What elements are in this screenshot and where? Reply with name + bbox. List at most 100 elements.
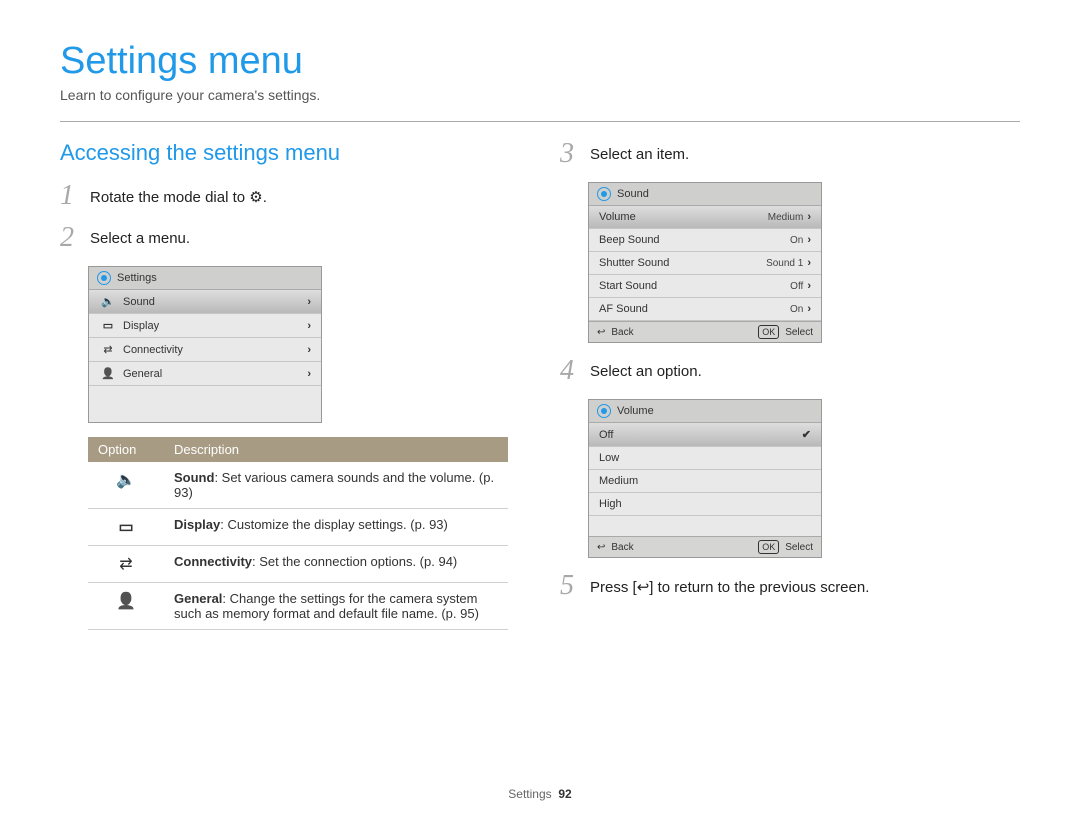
row-value: Medium (768, 212, 804, 223)
opt-name: Sound (174, 470, 214, 485)
ok-key-icon: OK (758, 540, 779, 554)
opt-desc: : Set the connection options. (p. 94) (252, 554, 457, 569)
row-label: High (599, 498, 811, 510)
left-column: Accessing the settings menu 1 Rotate the… (60, 140, 520, 630)
volume-row-medium[interactable]: Medium (589, 470, 821, 493)
panel-footer: Back OK Select (589, 536, 821, 557)
steps-list-right-2: 4 Select an option. (560, 357, 1020, 385)
panel-header: Sound (589, 183, 821, 206)
volume-row-off[interactable]: Off ✔ (589, 423, 821, 447)
step-text: Press [] to return to the previous scree… (590, 572, 869, 596)
step-text: Select an option. (590, 357, 702, 380)
step-text: Select a menu. (90, 224, 190, 247)
gear-icon (249, 189, 262, 206)
manual-page: Settings menu Learn to configure your ca… (0, 0, 1080, 815)
chevron-right-icon: › (307, 296, 311, 308)
opt-name: Display (174, 517, 220, 532)
panel-footer: Back OK Select (589, 321, 821, 342)
volume-row-low[interactable]: Low (589, 447, 821, 470)
panel-padding (589, 516, 821, 536)
volume-row-high[interactable]: High (589, 493, 821, 516)
row-value: On (790, 235, 803, 246)
menu-row-display[interactable]: Display › (89, 314, 321, 338)
target-icon (597, 187, 611, 201)
sound-row-beep[interactable]: Beep Sound On › (589, 229, 821, 252)
chevron-right-icon: › (807, 257, 811, 269)
sound-row-shutter[interactable]: Shutter Sound Sound 1 › (589, 252, 821, 275)
panel-sound: Sound Volume Medium › Beep Sound On › Sh… (588, 182, 822, 343)
sound-icon (116, 472, 136, 489)
chevron-right-icon: › (807, 234, 811, 246)
general-icon (116, 593, 136, 610)
panel-settings: Settings Sound › Display › Connectivity … (88, 266, 322, 423)
chevron-right-icon: › (307, 344, 311, 356)
back-icon (597, 542, 605, 553)
target-icon (597, 404, 611, 418)
opt-desc: : Set various camera sounds and the volu… (174, 470, 494, 500)
row-value: Off (790, 281, 803, 292)
menu-row-label: Connectivity (123, 344, 307, 356)
menu-row-label: General (123, 368, 307, 380)
section-title: Accessing the settings menu (60, 140, 520, 166)
step-text-after: . (263, 189, 267, 206)
step-text-before: Rotate the mode dial to (90, 189, 249, 206)
footer-label: Settings (508, 787, 551, 801)
steps-list-right: 3 Select an item. (560, 140, 1020, 168)
step-3: 3 Select an item. (560, 140, 1020, 168)
opt-name: General (174, 591, 222, 606)
row-label: Medium (599, 475, 811, 487)
divider (60, 121, 1020, 122)
menu-row-sound[interactable]: Sound › (89, 290, 321, 314)
menu-row-connectivity[interactable]: Connectivity › (89, 338, 321, 362)
step-1: 1 Rotate the mode dial to . (60, 182, 520, 210)
row-label: Beep Sound (599, 234, 790, 246)
table-row: General: Change the settings for the cam… (88, 583, 508, 630)
step-text: Select an item. (590, 140, 689, 163)
chevron-right-icon: › (807, 280, 811, 292)
step-5: 5 Press [] to return to the previous scr… (560, 572, 1020, 600)
step-4: 4 Select an option. (560, 357, 1020, 385)
th-description: Description (164, 437, 508, 462)
chevron-right-icon: › (807, 303, 811, 315)
desc-cell: Connectivity: Set the connection options… (164, 546, 508, 583)
row-value: Sound 1 (766, 258, 803, 269)
menu-row-general[interactable]: General › (89, 362, 321, 386)
check-icon: ✔ (802, 428, 811, 441)
page-number: 92 (558, 787, 571, 801)
sound-row-volume[interactable]: Volume Medium › (589, 206, 821, 229)
row-label: Start Sound (599, 280, 790, 292)
panel-header: Volume (589, 400, 821, 423)
panel-padding (89, 386, 321, 422)
table-row: Sound: Set various camera sounds and the… (88, 462, 508, 509)
step-number: 3 (560, 140, 584, 168)
table-row: Connectivity: Set the connection options… (88, 546, 508, 583)
step-text: Rotate the mode dial to . (90, 182, 267, 206)
connectivity-icon (99, 343, 117, 356)
page-subtitle: Learn to configure your camera's setting… (60, 87, 1020, 103)
sound-row-start[interactable]: Start Sound Off › (589, 275, 821, 298)
opt-name: Connectivity (174, 554, 252, 569)
desc-cell: General: Change the settings for the cam… (164, 583, 508, 630)
foot-back: Back (611, 327, 633, 338)
foot-select: Select (785, 542, 813, 553)
foot-select: Select (785, 327, 813, 338)
steps-list: 1 Rotate the mode dial to . 2 Select a m… (60, 182, 520, 252)
panel-header: Settings (89, 267, 321, 290)
back-icon (597, 327, 605, 338)
page-footer: Settings 92 (0, 787, 1080, 801)
table-row: Display: Customize the display settings.… (88, 509, 508, 546)
display-icon (99, 319, 117, 332)
table-header-row: Option Description (88, 437, 508, 462)
steps-list-right-3: 5 Press [] to return to the previous scr… (560, 572, 1020, 600)
page-title: Settings menu (60, 40, 1020, 83)
step-number: 2 (60, 224, 84, 252)
sound-row-af[interactable]: AF Sound On › (589, 298, 821, 321)
panel-volume: Volume Off ✔ Low Medium High B (588, 399, 822, 558)
step-text-before: Press [ (590, 579, 637, 596)
th-option: Option (88, 437, 164, 462)
chevron-right-icon: › (307, 320, 311, 332)
desc-cell: Display: Customize the display settings.… (164, 509, 508, 546)
row-value: On (790, 304, 803, 315)
menu-row-label: Sound (123, 296, 307, 308)
row-label: AF Sound (599, 303, 790, 315)
